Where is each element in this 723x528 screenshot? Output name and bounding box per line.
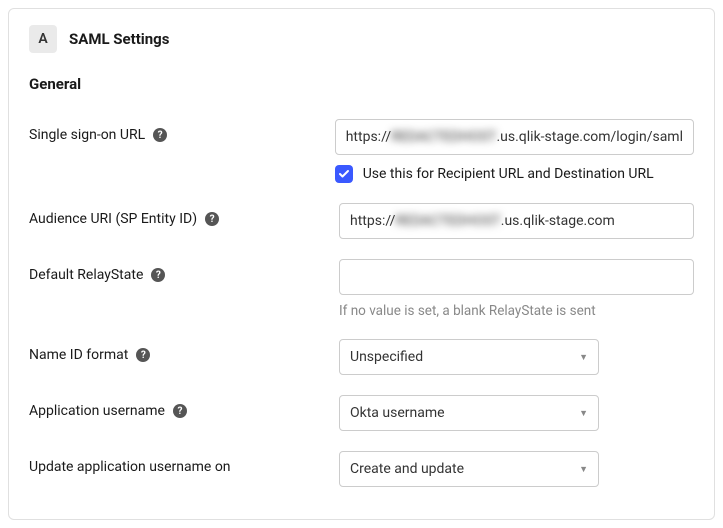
audience-uri-suffix: .us.qlik-stage.com [501, 213, 615, 229]
row-app-username: Application username ? Okta username ▼ [29, 395, 694, 431]
caret-down-icon: ▼ [579, 464, 588, 475]
audience-uri-prefix: https:// [350, 213, 395, 229]
row-update-username-on: Update application username on Create an… [29, 451, 694, 487]
label-col: Update application username on [29, 451, 339, 475]
label-col: Audience URI (SP Entity ID) ? [29, 203, 339, 227]
help-icon[interactable]: ? [153, 128, 167, 142]
label-col: Application username ? [29, 395, 339, 419]
sso-url-redacted: REDACTEDHOST [391, 129, 496, 145]
audience-uri-label: Audience URI (SP Entity ID) [29, 211, 197, 227]
avatar: A [29, 25, 57, 53]
update-username-on-value: Create and update [350, 461, 464, 477]
field-col: https://REDACTEDHOST.us.qlik-stage.com [339, 203, 694, 239]
sso-url-prefix: https:// [346, 129, 391, 145]
app-username-value: Okta username [350, 405, 445, 421]
help-icon[interactable]: ? [151, 268, 165, 282]
update-username-on-select[interactable]: Create and update ▼ [339, 451, 599, 487]
row-name-id-format: Name ID format ? Unspecified ▼ [29, 339, 694, 375]
check-icon [338, 168, 350, 180]
avatar-letter: A [38, 31, 47, 47]
recipient-url-checkbox-row: Use this for Recipient URL and Destinati… [335, 165, 694, 183]
sso-url-input[interactable]: https://REDACTEDHOST.us.qlik-stage.com/l… [335, 119, 694, 155]
recipient-url-checkbox[interactable] [335, 165, 353, 183]
page-title: SAML Settings [69, 30, 169, 48]
relay-state-label: Default RelayState [29, 267, 143, 283]
help-icon[interactable]: ? [136, 348, 150, 362]
field-col: If no value is set, a blank RelayState i… [339, 259, 694, 319]
help-icon[interactable]: ? [173, 404, 187, 418]
label-col: Default RelayState ? [29, 259, 339, 283]
row-relay-state: Default RelayState ? If no value is set,… [29, 259, 694, 319]
field-col: https://REDACTEDHOST.us.qlik-stage.com/l… [335, 119, 694, 183]
help-icon[interactable]: ? [205, 212, 219, 226]
field-col: Unspecified ▼ [339, 339, 694, 375]
panel-header: A SAML Settings [29, 25, 694, 53]
row-audience-uri: Audience URI (SP Entity ID) ? https://RE… [29, 203, 694, 239]
relay-state-helper: If no value is set, a blank RelayState i… [339, 303, 694, 319]
row-sso-url: Single sign-on URL ? https://REDACTEDHOS… [29, 119, 694, 183]
caret-down-icon: ▼ [579, 352, 588, 363]
saml-settings-panel: A SAML Settings General Single sign-on U… [8, 8, 715, 520]
sso-url-suffix: .us.qlik-stage.com/login/saml [496, 129, 683, 145]
relay-state-input[interactable] [339, 259, 694, 295]
caret-down-icon: ▼ [579, 408, 588, 419]
update-username-on-label: Update application username on [29, 459, 231, 475]
audience-uri-input[interactable]: https://REDACTEDHOST.us.qlik-stage.com [339, 203, 694, 239]
name-id-format-label: Name ID format [29, 347, 128, 363]
app-username-select[interactable]: Okta username ▼ [339, 395, 599, 431]
name-id-format-value: Unspecified [350, 349, 423, 365]
sso-url-label: Single sign-on URL [29, 127, 145, 143]
section-heading: General [29, 75, 694, 93]
label-col: Single sign-on URL ? [29, 119, 335, 143]
field-col: Create and update ▼ [339, 451, 694, 487]
label-col: Name ID format ? [29, 339, 339, 363]
name-id-format-select[interactable]: Unspecified ▼ [339, 339, 599, 375]
field-col: Okta username ▼ [339, 395, 694, 431]
recipient-url-checkbox-label: Use this for Recipient URL and Destinati… [363, 166, 654, 182]
audience-uri-redacted: REDACTEDHOST [395, 213, 500, 229]
app-username-label: Application username [29, 403, 165, 419]
